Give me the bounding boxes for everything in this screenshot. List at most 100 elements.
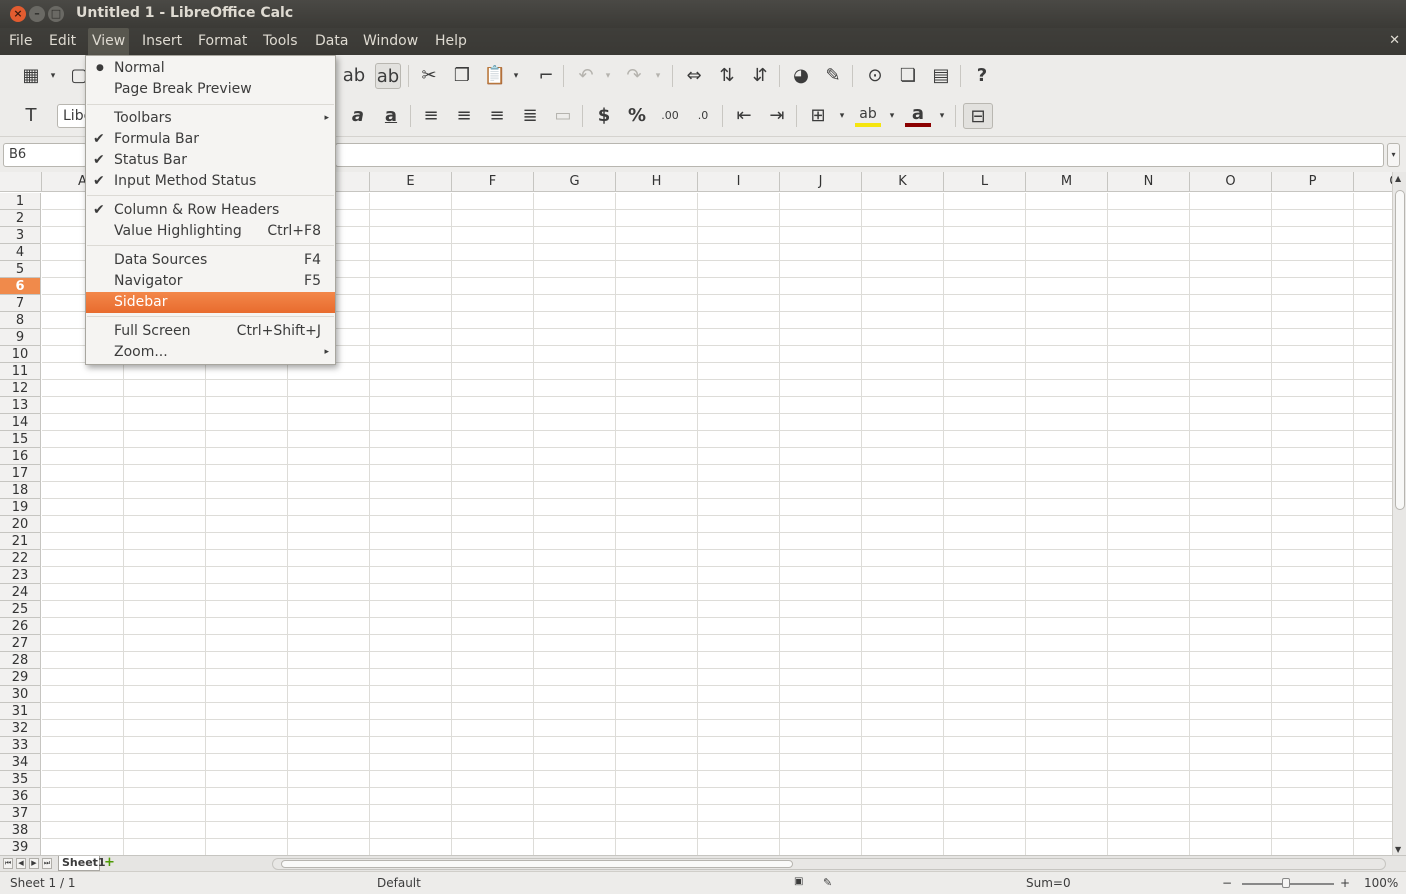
scroll-down-icon[interactable]: ▼ [1395,845,1401,854]
formula-input[interactable] [335,143,1384,167]
underline-icon[interactable]: a [378,103,404,129]
menu-item-input-method-status[interactable]: ✔ Input Method Status [86,171,335,192]
row-header-16[interactable]: 16 [0,448,41,465]
window-maximize-icon[interactable]: □ [48,6,64,22]
next-sheet-icon[interactable]: ▶ [29,858,39,869]
styles-icon[interactable]: T [18,103,44,129]
row-header-2[interactable]: 2 [0,210,41,227]
delete-decimal-icon[interactable]: .0 [690,103,716,129]
menu-tools[interactable]: Tools [259,28,302,55]
navigator-icon[interactable]: ⊙ [862,63,888,89]
font-color-icon[interactable]: a [905,103,931,127]
menu-insert[interactable]: Insert [138,28,186,55]
row-header-17[interactable]: 17 [0,465,41,482]
menu-item-normal[interactable]: ● Normal [86,58,335,79]
column-header-q[interactable]: Q [1354,172,1392,192]
row-header-18[interactable]: 18 [0,482,41,499]
align-center-icon[interactable]: ≡ [451,103,477,129]
column-header-j[interactable]: J [780,172,862,192]
row-header-24[interactable]: 24 [0,584,41,601]
spellcheck-icon[interactable]: ab [341,63,367,89]
row-header-32[interactable]: 32 [0,720,41,737]
name-box[interactable]: B6 [3,143,87,167]
sum-display[interactable]: Sum=0 [1026,876,1071,890]
menu-format[interactable]: Format [194,28,251,55]
window-minimize-icon[interactable]: – [29,6,45,22]
column-header-e[interactable]: E [370,172,452,192]
horizontal-scroll-thumb[interactable] [281,860,793,868]
column-header-i[interactable]: I [698,172,780,192]
sheet-tab-sheet1[interactable]: Sheet1 [58,856,106,871]
hyperlink-icon[interactable]: ⇔ [681,63,707,89]
close-document-icon[interactable]: ✕ [1389,33,1400,48]
paste-dropdown-icon[interactable]: ▾ [509,63,523,89]
menu-view[interactable]: View [88,28,130,55]
column-header-p[interactable]: P [1272,172,1354,192]
borders-icon[interactable]: ⊞ [805,103,831,129]
row-header-38[interactable]: 38 [0,822,41,839]
column-header-m[interactable]: M [1026,172,1108,192]
row-header-9[interactable]: 9 [0,329,41,346]
gallery-icon[interactable]: ❏ [895,63,921,89]
row-header-19[interactable]: 19 [0,499,41,516]
sort-descending-icon[interactable]: ⇵ [747,63,773,89]
row-header-4[interactable]: 4 [0,244,41,261]
merge-cells-icon[interactable]: ▭ [550,103,576,129]
column-header-o[interactable]: O [1190,172,1272,192]
background-color-icon[interactable]: ab [855,103,881,127]
row-header-21[interactable]: 21 [0,533,41,550]
row-header-22[interactable]: 22 [0,550,41,567]
horizontal-scrollbar[interactable] [272,858,1386,870]
row-header-6[interactable]: 6 [0,278,41,295]
previous-sheet-icon[interactable]: ◀ [16,858,26,869]
new-document-icon[interactable]: ▦ [18,63,44,89]
menu-item-column-row-headers[interactable]: ✔ Column & Row Headers [86,200,335,221]
menu-item-navigator[interactable]: Navigator F5 [86,271,335,292]
column-header-k[interactable]: K [862,172,944,192]
font-name-box[interactable]: Libe [57,104,87,128]
row-header-8[interactable]: 8 [0,312,41,329]
last-sheet-icon[interactable]: ⏭ [42,858,52,869]
column-header-h[interactable]: H [616,172,698,192]
italic-icon[interactable]: a [345,103,371,129]
vertical-scroll-thumb[interactable] [1395,190,1405,510]
sidebar-toggle-icon[interactable]: ⊟ [963,103,993,129]
row-header-13[interactable]: 13 [0,397,41,414]
increase-indent-icon[interactable]: ⇥ [764,103,790,129]
menu-item-value-highlighting[interactable]: Value Highlighting Ctrl+F8 [86,221,335,242]
page-style[interactable]: Default [377,876,421,890]
column-header-n[interactable]: N [1108,172,1190,192]
align-left-icon[interactable]: ≡ [418,103,444,129]
copy-icon[interactable]: ❐ [449,63,475,89]
scroll-up-icon[interactable]: ▲ [1395,174,1401,183]
row-header-1[interactable]: 1 [0,193,41,210]
align-right-icon[interactable]: ≡ [484,103,510,129]
font-color-dropdown-icon[interactable]: ▾ [935,103,949,129]
row-header-14[interactable]: 14 [0,414,41,431]
row-header-30[interactable]: 30 [0,686,41,703]
sort-ascending-icon[interactable]: ⇅ [714,63,740,89]
row-header-12[interactable]: 12 [0,380,41,397]
row-header-37[interactable]: 37 [0,805,41,822]
redo-icon[interactable]: ↷ [621,63,647,89]
row-header-10[interactable]: 10 [0,346,41,363]
row-header-25[interactable]: 25 [0,601,41,618]
row-header-28[interactable]: 28 [0,652,41,669]
row-header-7[interactable]: 7 [0,295,41,312]
menu-item-full-screen[interactable]: Full Screen Ctrl+Shift+J [86,321,335,342]
row-header-29[interactable]: 29 [0,669,41,686]
menu-item-page-break-preview[interactable]: Page Break Preview [86,79,335,100]
first-sheet-icon[interactable]: ⏮ [3,858,13,869]
menu-data[interactable]: Data [311,28,352,55]
row-header-34[interactable]: 34 [0,754,41,771]
column-header-f[interactable]: F [452,172,534,192]
menu-item-status-bar[interactable]: ✔ Status Bar [86,150,335,171]
menu-item-toolbars[interactable]: Toolbars ▸ [86,108,335,129]
undo-dropdown-icon[interactable]: ▾ [601,63,615,89]
percent-format-icon[interactable]: % [624,103,650,129]
background-color-dropdown-icon[interactable]: ▾ [885,103,899,129]
select-all-corner[interactable] [0,172,42,192]
selection-mode-icon[interactable]: ▣ [794,876,803,887]
cut-icon[interactable]: ✂ [416,63,442,89]
column-header-g[interactable]: G [534,172,616,192]
